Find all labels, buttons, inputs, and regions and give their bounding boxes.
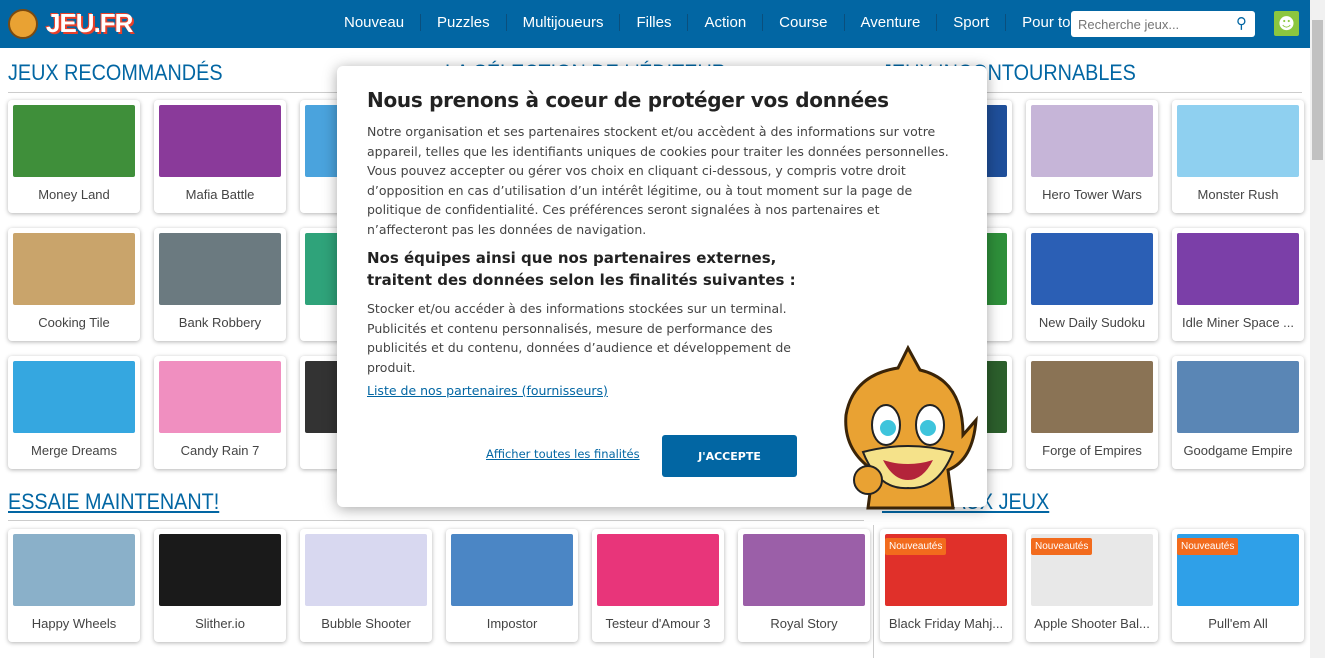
user-account-icon[interactable]: ☻ [1274,11,1299,36]
game-card[interactable]: Candy Rain 7 [154,356,286,469]
nav-course[interactable]: Course [762,14,843,31]
game-card[interactable]: Impostor [446,529,578,642]
nav-aventure[interactable]: Aventure [843,14,937,31]
show-all-purposes-link[interactable]: Afficher toutes les finalités [486,447,640,461]
game-thumbnail [159,233,281,305]
game-thumbnail [159,105,281,177]
mascot-logo-icon [8,8,38,39]
search-box: ⚲ [1071,11,1255,37]
game-title: Candy Rain 7 [180,443,260,458]
game-card[interactable]: Forge of Empires [1026,356,1158,469]
game-thumbnail [159,534,281,606]
game-thumbnail [1177,233,1299,305]
game-thumbnail [13,233,135,305]
game-card[interactable]: Nouveautés Apple Shooter Bal... [1026,529,1158,642]
nav-sport[interactable]: Sport [936,14,1005,31]
game-thumbnail [1031,105,1153,177]
game-card[interactable]: Nouveautés Pull'em All [1172,529,1304,642]
game-title: Bank Robbery [178,315,262,330]
game-title: Goodgame Empire [1183,443,1293,458]
game-card[interactable]: Testeur d'Amour 3 [592,529,724,642]
section-title-try[interactable]: ESSAIE MAINTENANT! [8,489,219,515]
game-card[interactable]: Hero Tower Wars [1026,100,1158,213]
divider [873,525,874,658]
game-card[interactable]: Merge Dreams [8,356,140,469]
game-thumbnail [1031,361,1153,433]
game-thumbnail [1031,233,1153,305]
modal-title: Nous prenons à coeur de protéger vos don… [367,88,889,112]
game-title: Impostor [486,616,538,631]
game-title: Apple Shooter Bal... [1034,616,1150,631]
new-badge: Nouveautés [1031,538,1093,555]
game-title: Idle Miner Space ... [1182,315,1294,330]
logo[interactable]: JEU.FR [8,8,133,39]
new-badge: Nouveautés [885,538,947,555]
game-title: Hero Tower Wars [1042,187,1142,202]
game-title: Royal Story [770,616,838,631]
game-card[interactable]: Bank Robbery [154,228,286,341]
game-thumbnail [159,361,281,433]
game-thumbnail [13,534,135,606]
nav-puzzles[interactable]: Puzzles [420,14,506,31]
game-title: Happy Wheels [31,616,117,631]
nav-nouveau[interactable]: Nouveau [328,14,420,31]
game-thumbnail [597,534,719,606]
game-title: Merge Dreams [31,443,117,458]
section-title-recommended: JEUX RECOMMANDÉS [8,60,223,85]
accept-button[interactable]: J'ACCEPTE [662,435,797,477]
game-card[interactable]: Royal Story [738,529,870,642]
game-card[interactable]: Goodgame Empire [1172,356,1304,469]
top-navbar: JEU.FR Nouveau Puzzles Multijoueurs Filles A… [0,0,1310,48]
game-card[interactable]: Cooking Tile [8,228,140,341]
game-title: Forge of Empires [1042,443,1142,458]
game-title: Testeur d'Amour 3 [605,616,711,631]
main-nav: Nouveau Puzzles Multijoueurs Filles Action Co… [328,14,1090,31]
game-thumbnail [13,105,135,177]
search-input[interactable] [1078,16,1228,32]
modal-purposes: Stocker et/ou accéder à des informations… [367,301,791,375]
divider [8,520,864,521]
nav-multijoueurs[interactable]: Multijoueurs [505,14,620,31]
game-thumbnail [1177,105,1299,177]
game-title: Bubble Shooter [321,616,411,631]
game-title: Pull'em All [1208,616,1268,631]
game-thumbnail [13,361,135,433]
game-title: Mafia Battle [185,187,255,202]
game-title: Black Friday Mahj... [888,616,1004,631]
game-thumbnail [305,534,427,606]
modal-body: Notre organisation et ses partenaires st… [367,124,949,237]
game-card[interactable]: Mafia Battle [154,100,286,213]
game-title: Monster Rush [1197,187,1279,202]
search-icon[interactable]: ⚲ [1236,14,1247,32]
scrollbar-thumb[interactable] [1312,20,1323,160]
game-card[interactable]: New Daily Sudoku [1026,228,1158,341]
nav-action[interactable]: Action [687,14,762,31]
new-badge: Nouveautés [1177,538,1239,555]
game-title: Cooking Tile [38,315,110,330]
game-title: New Daily Sudoku [1038,315,1146,330]
game-card[interactable]: Idle Miner Space ... [1172,228,1304,341]
game-card[interactable]: Bubble Shooter [300,529,432,642]
game-card[interactable]: Happy Wheels [8,529,140,642]
game-title: Slither.io [195,616,245,631]
game-thumbnail [1177,361,1299,433]
game-thumbnail [451,534,573,606]
game-title: Money Land [38,187,110,202]
nav-filles[interactable]: Filles [619,14,687,31]
mascot-icon [844,344,978,510]
game-card[interactable]: Slither.io [154,529,286,642]
game-thumbnail [743,534,865,606]
game-card[interactable]: Money Land [8,100,140,213]
game-card[interactable]: Monster Rush [1172,100,1304,213]
game-card[interactable]: Nouveautés Black Friday Mahj... [880,529,1012,642]
modal-subtitle: Nos équipes ainsi que nos partenaires ex… [367,249,796,289]
